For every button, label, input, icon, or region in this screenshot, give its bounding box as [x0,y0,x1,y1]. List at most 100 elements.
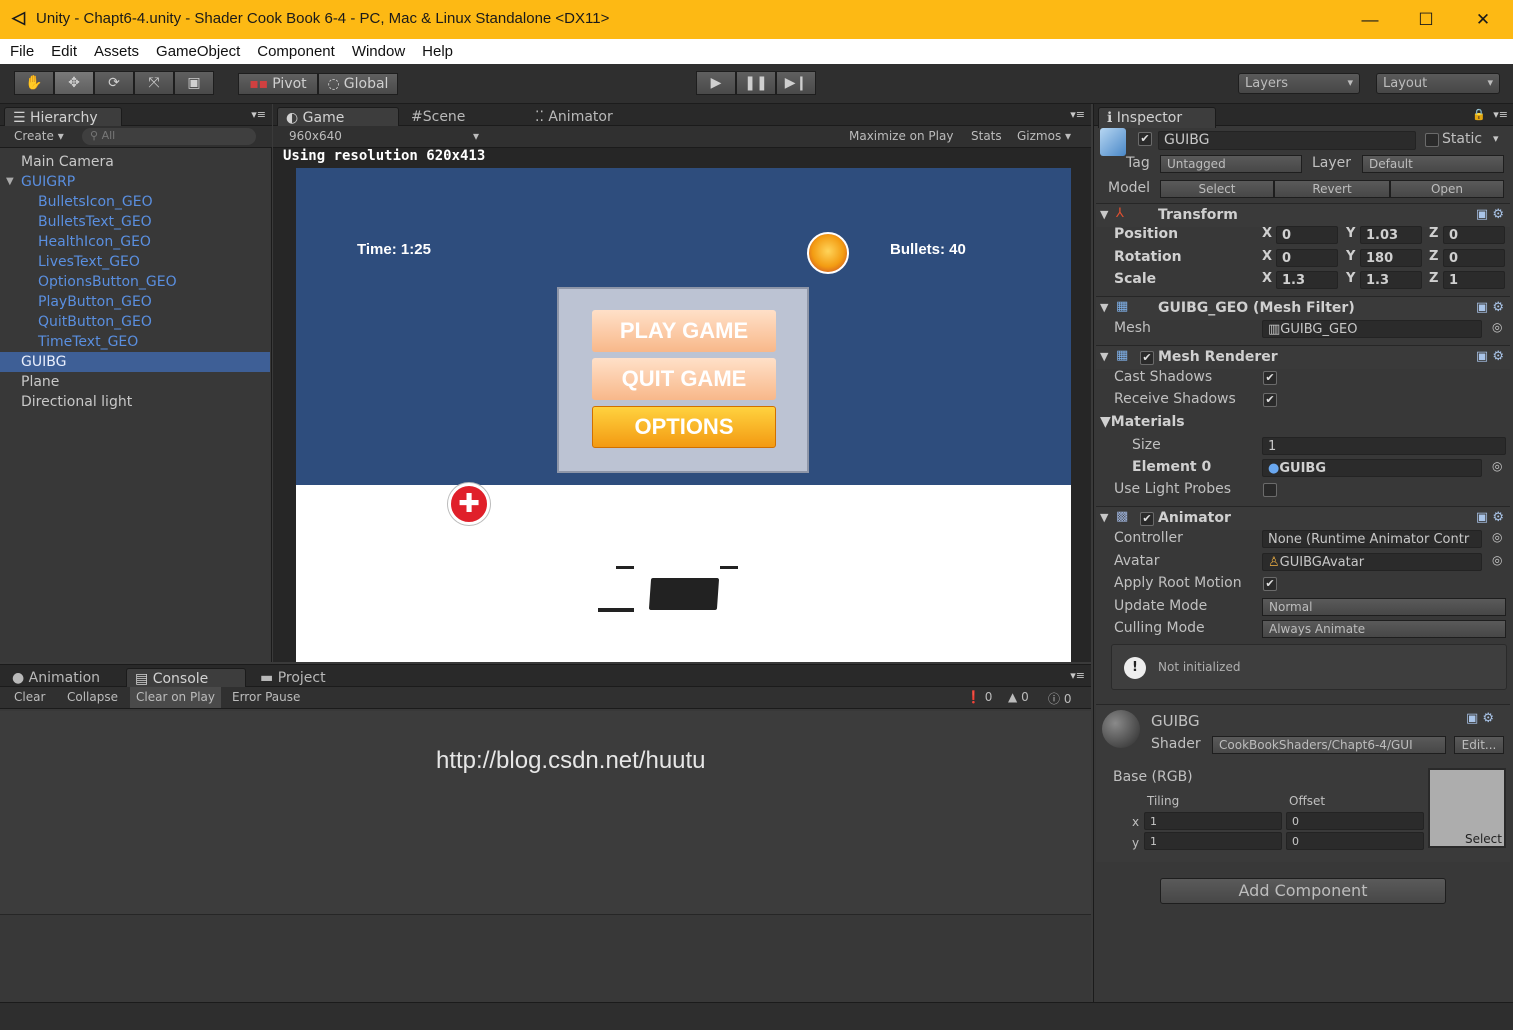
model-revert-button[interactable]: Revert [1274,180,1390,198]
shader-dropdown[interactable]: CookBookShaders/Chapt6-4/GUI [1212,736,1446,754]
menu-window[interactable]: Window [352,43,405,60]
hierarchy-item[interactable]: HealthIcon_GEO [0,232,270,252]
meshfilter-header[interactable]: ▼ ▦ GUIBG_GEO (Mesh Filter) ▣ ⚙ [1096,296,1510,320]
quit-game-button[interactable]: QUIT GAME [592,358,776,400]
foldout-icon[interactable]: ▼ [1100,350,1108,363]
rotate-tool-icon[interactable]: ⟳ [94,71,134,95]
hierarchy-item[interactable]: OptionsButton_GEO [0,272,270,292]
update-mode-dropdown[interactable]: Normal [1262,598,1506,616]
object-picker-icon[interactable]: ◎ [1492,553,1502,567]
menu-component[interactable]: Component [257,43,335,60]
culling-mode-dropdown[interactable]: Always Animate [1262,620,1506,638]
hierarchy-item[interactable]: GUIBG [0,352,270,372]
size-field[interactable]: 1 [1262,437,1506,455]
collapse-button[interactable]: Collapse [67,690,118,704]
root-motion-checkbox[interactable]: ✔ [1263,577,1277,591]
receive-shadows-checkbox[interactable]: ✔ [1263,393,1277,407]
tab-animation[interactable]: ● Animation [4,668,122,689]
materials-foldout[interactable]: ▼Materials [1100,414,1185,430]
step-icon[interactable]: ▶❙ [776,71,816,95]
add-component-button[interactable]: Add Component [1160,878,1446,904]
mesh-field[interactable]: ▥GUIBG_GEO [1262,320,1482,338]
create-button[interactable]: Create ▾ [14,129,64,143]
position-x-field[interactable]: 0 [1276,226,1338,244]
menu-gameobject[interactable]: GameObject [156,43,240,60]
tab-console[interactable]: ▤ Console [126,668,246,689]
offset-y-field[interactable]: 0 [1286,832,1424,850]
scale-y-field[interactable]: 1.3 [1360,271,1422,289]
tab-hierarchy[interactable]: ☰ Hierarchy [4,107,122,128]
rect-tool-icon[interactable]: ▣ [174,71,214,95]
options-button[interactable]: OPTIONS [592,406,776,448]
info-count[interactable]: ⓘ 0 [1048,690,1071,707]
game-viewport[interactable]: Time: 1:25 Bullets: 40 PLAY GAME QUIT GA… [296,168,1071,662]
resolution-dropdown[interactable]: 960x640 ▾ [289,129,479,143]
model-open-button[interactable]: Open [1390,180,1504,198]
offset-x-field[interactable]: 0 [1286,812,1424,830]
hierarchy-item[interactable]: PlayButton_GEO [0,292,270,312]
move-tool-icon[interactable]: ✥ [54,71,94,95]
pause-icon[interactable]: ❚❚ [736,71,776,95]
shader-edit-button[interactable]: Edit... [1454,736,1504,754]
tiling-y-field[interactable]: 1 [1144,832,1282,850]
maximize-on-play-toggle[interactable]: Maximize on Play [849,129,953,143]
static-checkbox[interactable] [1425,133,1439,147]
object-picker-icon[interactable]: ◎ [1492,459,1502,473]
pivot-toggle[interactable]: ▪▪ Pivot [238,73,318,95]
component-settings-icon[interactable]: ▣ ⚙ [1476,300,1504,315]
component-settings-icon[interactable]: ▣ ⚙ [1476,349,1504,364]
static-dropdown-icon[interactable]: ▾ [1493,132,1499,145]
hierarchy-item[interactable]: Plane [0,372,270,392]
tag-dropdown[interactable]: Untagged [1160,155,1302,173]
object-picker-icon[interactable]: ◎ [1492,320,1502,334]
menu-help[interactable]: Help [422,43,453,60]
foldout-icon[interactable]: ▼ [6,172,14,192]
menu-edit[interactable]: Edit [51,43,77,60]
hierarchy-item[interactable]: Directional light [0,392,270,412]
panel-menu-icon[interactable]: ▾≡ [1493,108,1508,121]
panel-menu-icon[interactable]: ▾≡ [1070,108,1085,121]
panel-menu-icon[interactable]: ▾≡ [1070,669,1085,682]
scale-x-field[interactable]: 1.3 [1276,271,1338,289]
enabled-checkbox[interactable]: ✔ [1140,351,1154,365]
object-picker-icon[interactable]: ◎ [1492,530,1502,544]
layers-dropdown[interactable]: Layers [1238,73,1360,94]
hierarchy-item[interactable]: QuitButton_GEO [0,312,270,332]
component-settings-icon[interactable]: ▣ ⚙ [1476,207,1504,222]
cast-shadows-checkbox[interactable]: ✔ [1263,371,1277,385]
texture-slot[interactable]: Select [1428,768,1506,848]
maximize-icon[interactable]: ☐ [1398,0,1454,39]
light-probes-checkbox[interactable] [1263,483,1277,497]
tab-scene[interactable]: #Scene [403,107,503,128]
position-z-field[interactable]: 0 [1443,226,1505,244]
menu-assets[interactable]: Assets [94,43,139,60]
component-settings-icon[interactable]: ▣ ⚙ [1466,711,1507,726]
model-select-button[interactable]: Select [1160,180,1274,198]
rotation-x-field[interactable]: 0 [1276,248,1338,267]
error-pause-toggle[interactable]: Error Pause [232,690,300,704]
transform-header[interactable]: ▼ ⅄ Transform ▣ ⚙ [1096,203,1510,227]
play-game-button[interactable]: PLAY GAME [592,310,776,352]
foldout-icon[interactable]: ▼ [1100,301,1108,314]
warning-count[interactable]: ▲ 0 [1008,690,1029,704]
scale-tool-icon[interactable]: ⤧ [134,71,174,95]
hierarchy-item[interactable]: BulletsIcon_GEO [0,192,270,212]
hierarchy-item[interactable]: Main Camera [0,152,270,172]
menu-file[interactable]: File [10,43,34,60]
object-name-field[interactable]: GUIBG [1158,131,1416,150]
scale-z-field[interactable]: 1 [1443,271,1505,289]
hierarchy-item[interactable]: ▼ GUIGRP [0,172,270,192]
avatar-field[interactable]: ♙GUIBGAvatar [1262,553,1482,571]
tab-animator[interactable]: ⁚⁚ Animator [527,107,637,128]
hierarchy-item[interactable]: LivesText_GEO [0,252,270,272]
stats-toggle[interactable]: Stats [971,129,1002,143]
active-checkbox[interactable]: ✔ [1138,132,1152,146]
tab-game[interactable]: ◐ Game [277,107,399,128]
hierarchy-item[interactable]: TimeText_GEO [0,332,270,352]
texture-select-label[interactable]: Select [1465,832,1502,846]
lock-icon[interactable]: 🔒 [1472,108,1486,121]
component-settings-icon[interactable]: ▣ ⚙ [1476,510,1504,525]
clear-button[interactable]: Clear [14,690,45,704]
hand-tool-icon[interactable]: ✋ [14,71,54,95]
tab-project[interactable]: ▬ Project [252,668,362,689]
